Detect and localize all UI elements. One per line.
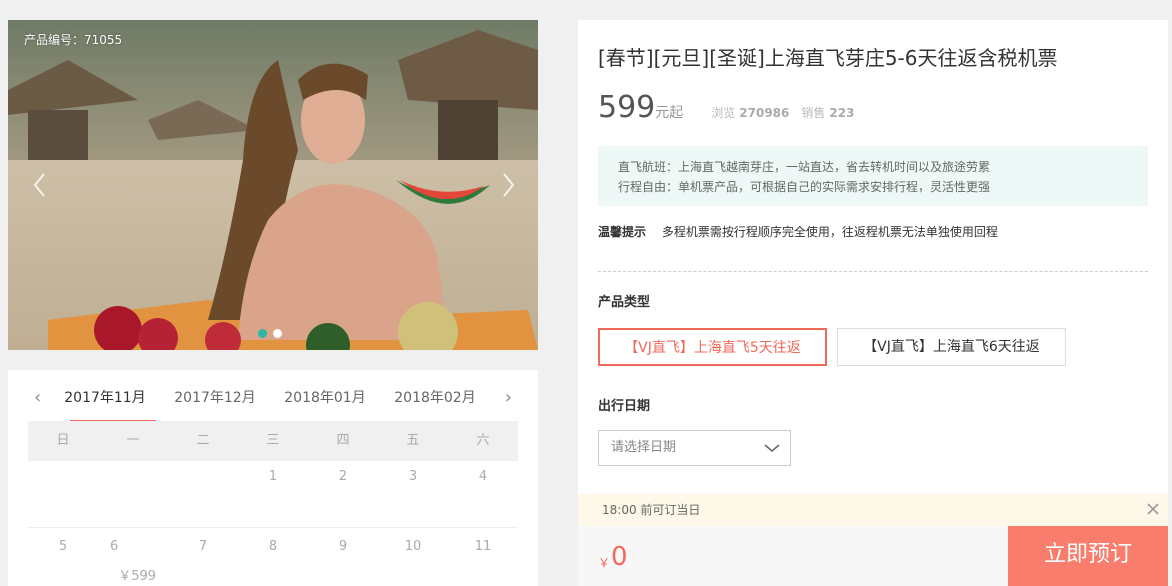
highlight-item: 直飞航班：上海直飞越南芽庄，一站直达，省去转机时间以及旅途劳累 [618, 160, 991, 174]
sales-stat: 销售 223 [801, 104, 854, 121]
calendar-day [168, 458, 238, 527]
sales-label: 销售 [801, 106, 826, 120]
calendar-day: 9 [338, 539, 348, 554]
close-icon[interactable] [1146, 502, 1160, 516]
tab-month-2018-02[interactable]: 2018年02月 [380, 388, 490, 420]
weekday-label: 一 [126, 433, 140, 448]
price-unit: 元起 [655, 105, 684, 121]
chevron-down-icon [764, 444, 780, 453]
weekday-label: 五 [406, 433, 420, 448]
weekday-label: 六 [476, 433, 490, 448]
calendar-day-number: 6 [109, 539, 119, 554]
tab-month-2017-11[interactable]: 2017年11月 [50, 388, 160, 423]
carousel-dot-2[interactable] [273, 329, 282, 338]
calendar-day [98, 458, 168, 527]
calendar-day [28, 458, 98, 527]
calendar-day-price: ￥599 [118, 569, 157, 584]
sales-count: 223 [829, 106, 855, 120]
weekday-header: 日 一 二 三 四 五 六 [28, 421, 518, 461]
notice: 温馨提示 多程机票需按行程顺序完全使用，往返程机票无法单独使用回程 [598, 223, 998, 240]
tab-month-2018-01[interactable]: 2018年01月 [270, 388, 380, 420]
weekday-label: 三 [266, 433, 280, 448]
notice-label: 温馨提示 [598, 225, 647, 239]
chevron-right-icon[interactable] [498, 170, 518, 200]
booking-tip-bar: 18:00 前可订当日 [578, 494, 1168, 526]
travel-date-select[interactable]: 请选择日期 [598, 430, 791, 466]
views-label: 浏览 [711, 106, 736, 120]
calendar-day: 11 [474, 539, 492, 554]
calendar-day: 4 [478, 469, 488, 484]
weekday-label: 二 [196, 433, 210, 448]
carousel-dot-1[interactable] [258, 329, 267, 338]
calendar-day: 3 [408, 469, 418, 484]
carousel-pagination [258, 329, 282, 338]
product-title: [春节][元旦][圣诞]上海直飞芽庄5-6天往返含税机票 [598, 46, 1058, 70]
type-option-6-day[interactable]: 【VJ直飞】上海直飞6天往返 [837, 328, 1066, 366]
product-type-label: 产品类型 [598, 295, 651, 310]
total-currency: ￥ [598, 556, 611, 570]
product-detail-panel: [春节][元旦][圣诞]上海直飞芽庄5-6天往返含税机票 599 元起 浏览 27… [578, 20, 1168, 586]
travel-date-placeholder: 请选择日期 [611, 440, 677, 455]
total-price: 0 [611, 542, 628, 572]
departure-calendar: ‹ 2017年11月 2017年12月 2018年01月 2018年02月 › … [8, 370, 538, 586]
views-stat: 浏览 270986 [711, 104, 789, 121]
calendar-day: 8 [268, 539, 278, 554]
calendar-day: 10 [404, 539, 422, 554]
product-image-carousel[interactable]: 产品编号：71055 [8, 20, 538, 350]
type-option-5-day[interactable]: 【VJ直飞】上海直飞5天往返 [598, 328, 827, 366]
views-count: 270986 [739, 106, 790, 120]
divider [598, 271, 1148, 272]
product-id-label: 产品编号：71055 [24, 33, 123, 47]
calendar-day: 1 [268, 469, 278, 484]
weekday-label: 四 [336, 433, 350, 448]
month-tabs: ‹ 2017年11月 2017年12月 2018年01月 2018年02月 › [28, 382, 518, 423]
chevron-left-icon[interactable] [30, 170, 50, 200]
prev-month-button[interactable]: ‹ [34, 388, 41, 408]
calendar-day-available[interactable]: 6 ￥599 [98, 528, 168, 586]
calendar-day: 2 [338, 469, 348, 484]
calendar-day: 7 [198, 539, 208, 554]
booking-tip-text: 18:00 前可订当日 [602, 503, 701, 517]
calendar-week-row: 5 6 ￥599 7 8 9 10 11 [28, 528, 518, 586]
notice-text: 多程机票需按行程顺序完全使用，往返程机票无法单独使用回程 [661, 225, 998, 239]
booking-bar: ￥ 0 立即预订 [578, 526, 1168, 586]
starting-price: 599 [598, 90, 656, 125]
highlight-item: 行程自由：单机票产品，可根据自己的实际需求安排行程，灵活性更强 [618, 180, 991, 194]
beach-photo [8, 20, 538, 350]
tab-month-2017-12[interactable]: 2017年12月 [160, 388, 270, 420]
book-now-button[interactable]: 立即预订 [1008, 526, 1168, 586]
calendar-week-row: 1 2 3 4 [28, 458, 518, 528]
next-month-button[interactable]: › [505, 388, 512, 408]
price-row: 599 元起 浏览 270986 销售 223 [598, 90, 866, 125]
calendar-day: 5 [58, 539, 68, 554]
highlights-box: 直飞航班：上海直飞越南芽庄，一站直达，省去转机时间以及旅途劳累 行程自由：单机票… [598, 146, 1148, 206]
travel-date-label: 出行日期 [598, 399, 651, 414]
weekday-label: 日 [56, 433, 70, 448]
